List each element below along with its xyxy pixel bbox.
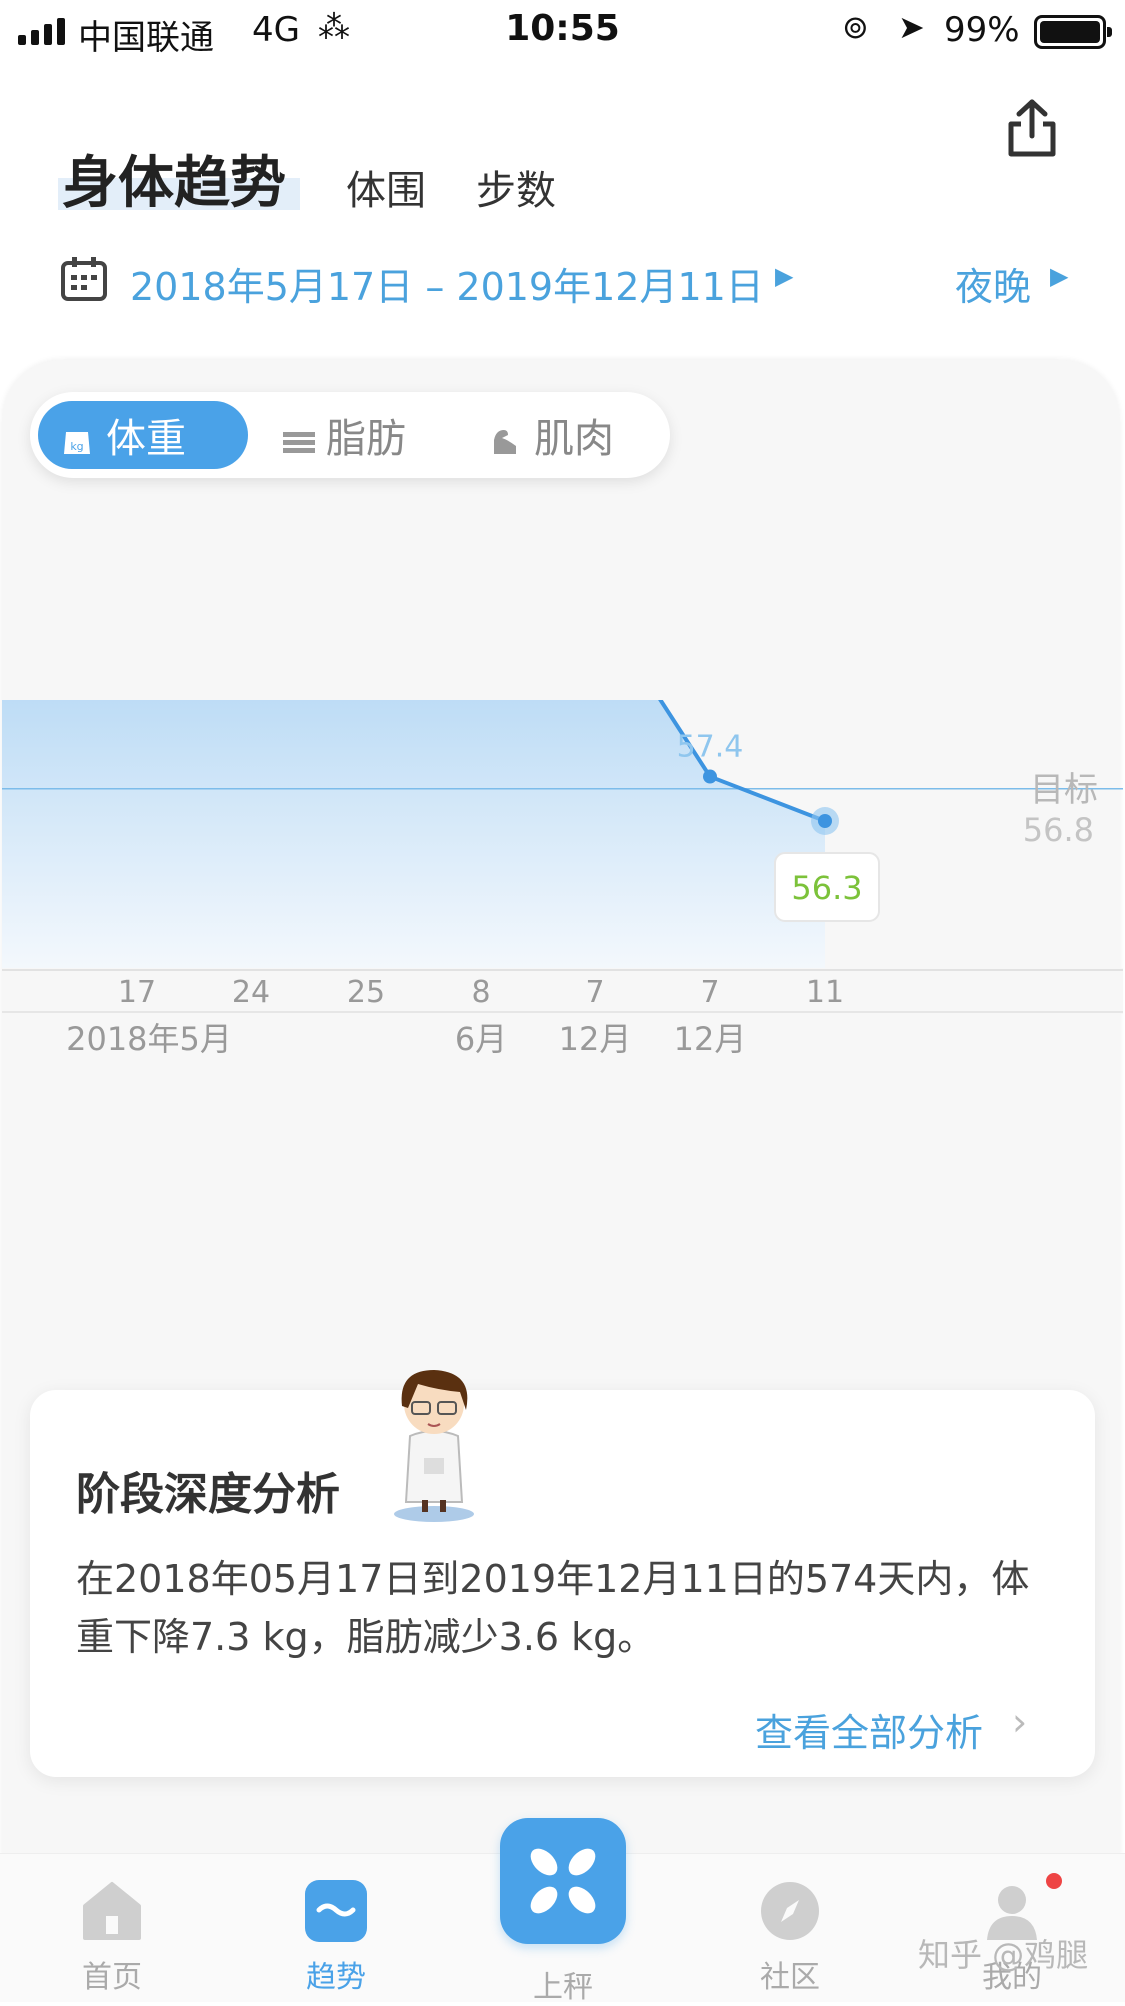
target-value: 56.8	[1023, 811, 1094, 849]
share-icon[interactable]	[1005, 98, 1059, 158]
chevron-right-icon: ›	[1012, 1700, 1028, 1744]
x-tick-label: 7	[585, 975, 604, 1010]
tab-body-trend[interactable]: 身体趋势	[62, 138, 286, 219]
analysis-text: 在2018年05月17日到2019年12月11日的574天内，体重下降7.3 k…	[76, 1557, 1030, 1659]
x-tick-label: 7	[700, 975, 719, 1010]
svg-text:kg: kg	[70, 440, 83, 453]
x-month-label: 6月	[455, 1020, 507, 1058]
status-bar: 中国联通 4G ⁂ 10:55 ⊚ ➤ 99%	[0, 0, 1125, 62]
nav-label: 首页	[82, 1960, 142, 1995]
compass-icon	[759, 1880, 821, 1942]
nav-label: 社区	[760, 1960, 820, 1995]
target-label: 目标	[1030, 770, 1098, 810]
x-axis-band	[2, 968, 1123, 1014]
metric-tab-muscle[interactable]: 肌肉	[466, 401, 666, 469]
nav-trend[interactable]: 趋势	[276, 1880, 396, 1996]
time-of-day-selector[interactable]: 夜晚	[955, 256, 1031, 311]
scale-kg-icon: kg	[62, 420, 92, 454]
trend-icon	[305, 1880, 367, 1942]
nav-home[interactable]: 首页	[52, 1880, 172, 1996]
x-tick-label: 24	[232, 975, 270, 1010]
data-point	[703, 769, 717, 784]
nav-community[interactable]: 社区	[730, 1880, 850, 1996]
tab-body-measure[interactable]: 体围	[346, 158, 426, 216]
x-month-label: 12月	[559, 1020, 632, 1058]
data-point	[818, 814, 832, 828]
scale-icon[interactable]	[500, 1818, 626, 1944]
rotation-lock-icon: ⊚	[842, 8, 869, 46]
date-range-arrow-icon: ▶	[775, 262, 794, 290]
nav-label-scale[interactable]: 上秤	[500, 1962, 626, 2006]
home-icon	[81, 1880, 143, 1942]
date-range[interactable]: 2018年5月17日 – 2019年12月11日	[130, 256, 764, 311]
watermark: 知乎 @鸡腿	[918, 1936, 1089, 1974]
analysis-title: 阶段深度分析	[76, 1469, 340, 1520]
notification-dot	[1046, 1873, 1062, 1889]
metric-tab-label: 脂肪	[326, 416, 406, 462]
fat-icon	[282, 420, 315, 453]
metric-tab-label: 肌肉	[534, 416, 614, 462]
x-month-label: 12月	[674, 1020, 747, 1058]
view-full-analysis-link[interactable]: 查看全部分析	[755, 1702, 983, 1757]
tab-steps[interactable]: 步数	[476, 158, 556, 216]
x-tick-label: 17	[118, 975, 156, 1010]
min-value-label: 56.3	[791, 869, 862, 907]
doctor-avatar	[388, 1362, 490, 1522]
calendar-icon[interactable]	[60, 256, 108, 302]
weight-chart[interactable]: 172018年5月63.52463.22561.286月61.8712月57.4…	[0, 700, 1125, 1400]
battery-label: 99%	[944, 10, 1020, 50]
metric-tab-fat[interactable]: 脂肪	[258, 401, 458, 469]
battery-icon	[1034, 15, 1112, 49]
x-month-label: 2018年5月	[66, 1020, 232, 1058]
data-label: 57.4	[677, 730, 744, 765]
nav-label: 趋势	[306, 1960, 366, 1995]
x-tick-label: 11	[806, 975, 844, 1010]
muscle-icon	[490, 420, 520, 454]
x-tick-label: 8	[471, 975, 490, 1010]
time-of-day-arrow-icon: ▶	[1050, 262, 1069, 290]
metric-tab-label: 体重	[106, 416, 186, 462]
metric-tab-weight[interactable]: kg 体重	[38, 401, 248, 469]
x-tick-label: 25	[347, 975, 385, 1010]
location-icon: ➤	[898, 8, 925, 46]
metric-segmented-control: kg 体重 脂肪 肌肉	[30, 392, 670, 478]
